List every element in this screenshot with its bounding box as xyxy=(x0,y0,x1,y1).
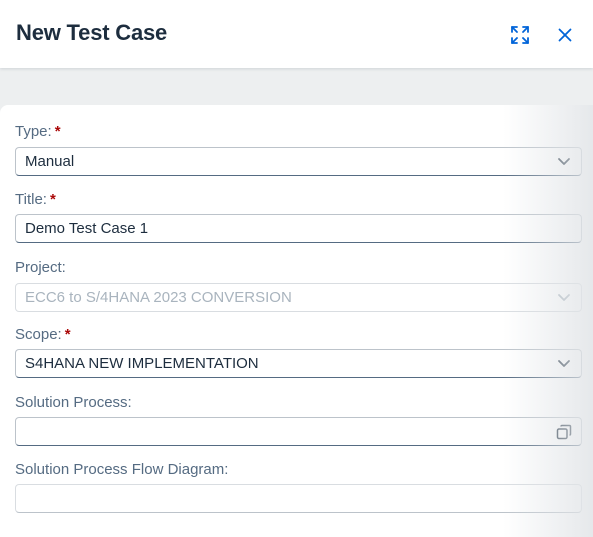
fullscreen-icon xyxy=(510,25,530,48)
chevron-down-icon[interactable] xyxy=(547,148,581,175)
title-input[interactable]: Demo Test Case 1 xyxy=(15,214,582,243)
flow-diagram-label: Solution Process Flow Diagram: xyxy=(15,461,229,478)
chevron-down-icon xyxy=(547,284,581,311)
chevron-down-icon[interactable] xyxy=(547,350,581,377)
type-select[interactable]: Manual xyxy=(15,147,582,176)
type-label: Type: * xyxy=(15,123,61,140)
title-label: Title: * xyxy=(15,191,56,208)
scope-select[interactable]: S4HANA NEW IMPLEMENTATION xyxy=(15,349,582,378)
title-required-marker: * xyxy=(49,191,56,208)
type-value: Manual xyxy=(25,153,75,170)
new-test-case-dialog: New Test Case Type: * Manual Title: * De… xyxy=(0,0,593,537)
scope-label-text: Scope: xyxy=(15,326,62,343)
dialog-title: New Test Case xyxy=(16,20,168,45)
type-label-text: Type: xyxy=(15,123,52,140)
form-content: Type: * Manual Title: * Demo Test Case 1 P… xyxy=(0,105,593,537)
title-label-text: Title: xyxy=(15,191,47,208)
project-label: Project: xyxy=(15,259,66,276)
type-required-marker: * xyxy=(54,123,61,140)
close-button[interactable] xyxy=(551,22,579,50)
solution-process-input[interactable] xyxy=(15,417,582,446)
scope-label: Scope: * xyxy=(15,326,71,343)
solution-process-label: Solution Process: xyxy=(15,394,132,411)
fullscreen-button[interactable] xyxy=(506,22,534,50)
project-value: ECC6 to S/4HANA 2023 CONVERSION xyxy=(25,289,292,306)
close-icon xyxy=(558,28,572,45)
title-value: Demo Test Case 1 xyxy=(25,220,149,237)
dialog-header: New Test Case xyxy=(0,0,593,68)
value-help-icon[interactable] xyxy=(547,418,581,445)
scope-required-marker: * xyxy=(64,326,71,343)
scope-value: S4HANA NEW IMPLEMENTATION xyxy=(25,355,259,372)
project-select: ECC6 to S/4HANA 2023 CONVERSION xyxy=(15,283,582,312)
flow-diagram-input[interactable] xyxy=(15,484,582,513)
